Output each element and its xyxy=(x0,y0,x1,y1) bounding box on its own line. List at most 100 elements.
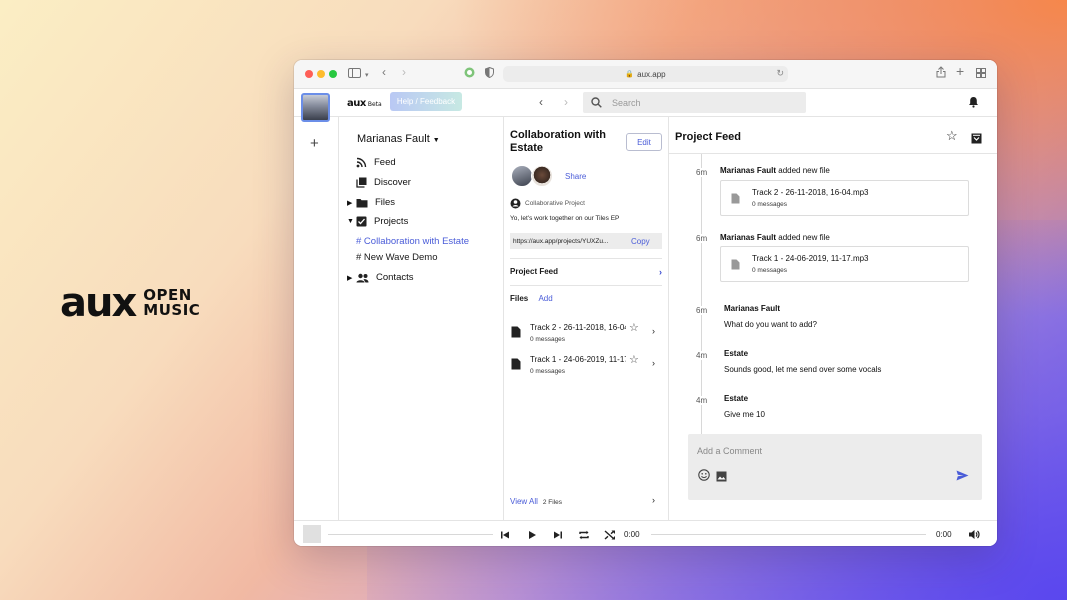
forward-arrow-icon[interactable]: › xyxy=(564,95,568,109)
project-feed-link[interactable]: Project Feed › xyxy=(510,267,662,277)
volume-icon[interactable] xyxy=(968,527,980,545)
shield-icon[interactable] xyxy=(485,66,494,81)
project-feed-label: Project Feed xyxy=(510,267,559,276)
caret-down-icon[interactable]: ▼ xyxy=(347,218,356,225)
sidebar-project-collaboration[interactable]: # Collaboration with Estate xyxy=(356,236,469,247)
skip-next-icon[interactable] xyxy=(553,527,563,545)
help-feedback-button[interactable]: Help / Feedback xyxy=(390,92,462,111)
project-link: https://aux.app/projects/YUXZu... xyxy=(513,237,609,245)
star-icon[interactable]: ☆ xyxy=(629,353,639,366)
project-title: Collaboration with Estate xyxy=(510,129,606,154)
play-icon[interactable] xyxy=(527,527,537,545)
sidebar-item-discover[interactable]: Discover xyxy=(347,177,411,188)
comment-time: 4m xyxy=(696,351,708,360)
extension-icon[interactable] xyxy=(464,67,475,81)
address-bar-url: aux.app xyxy=(637,69,666,79)
user-menu[interactable]: Marianas Fault ▼ xyxy=(357,133,440,145)
caret-right-icon[interactable]: ▶ xyxy=(347,199,356,207)
sidebar-item-label: Files xyxy=(375,197,396,208)
search-icon xyxy=(591,97,602,108)
star-icon[interactable]: ☆ xyxy=(629,321,639,334)
archive-icon[interactable] xyxy=(971,131,982,149)
document-icon xyxy=(511,358,521,370)
comment-text: Give me 10 xyxy=(724,410,765,419)
workspace-rail: + xyxy=(294,117,339,520)
comment-time: 6m xyxy=(696,306,708,315)
view-all-label: View All xyxy=(510,497,538,506)
divider xyxy=(510,258,662,259)
comment-input[interactable]: Add a Comment xyxy=(688,434,982,500)
back-icon[interactable]: ‹ xyxy=(382,65,386,79)
caret-right-icon[interactable]: ▶ xyxy=(347,274,356,282)
browser-window: ▾ ‹ › 🔒 aux.app ↻ + aux Beta Help / Feedb… xyxy=(294,60,997,546)
chevron-right-icon[interactable]: › xyxy=(652,326,655,336)
repeat-icon[interactable] xyxy=(578,527,590,545)
project-type: Collaborative Project xyxy=(510,198,585,209)
files-label: Files xyxy=(510,294,529,303)
new-tab-icon[interactable]: + xyxy=(956,64,964,78)
chevron-right-icon[interactable]: › xyxy=(652,358,655,368)
track-artwork xyxy=(303,525,321,543)
file-name: Track 1 - 24-06-2019, 11-17.mp3 xyxy=(752,254,869,263)
chevron-right-icon: › xyxy=(659,267,662,277)
sidebar-item-projects[interactable]: ▼ Projects xyxy=(347,216,408,227)
aux-logo[interactable]: aux Beta xyxy=(347,98,382,109)
file-row[interactable]: Track 1 - 24-06-2019, 11-17.mp3 0 messag… xyxy=(510,354,662,380)
emoji-icon[interactable] xyxy=(698,468,710,486)
sidebar-item-contacts[interactable]: ▶ Contacts xyxy=(347,272,414,283)
sidebar-item-files[interactable]: ▶ Files xyxy=(347,197,395,208)
chevron-right-icon[interactable]: › xyxy=(652,495,655,505)
project-link-field[interactable]: https://aux.app/projects/YUXZu... Copy xyxy=(510,233,662,249)
member-avatar[interactable] xyxy=(511,165,533,187)
rss-icon xyxy=(356,157,367,168)
comment-author: Estate xyxy=(724,349,749,358)
file-row[interactable]: Track 2 - 26-11-2018, 16-04.mp3 0 messag… xyxy=(510,322,662,348)
share-icon[interactable] xyxy=(936,66,946,81)
file-messages: 0 messages xyxy=(530,336,566,343)
chevron-down-icon[interactable]: ▾ xyxy=(365,69,369,83)
add-workspace-icon[interactable]: + xyxy=(310,135,319,152)
reload-icon[interactable]: ↻ xyxy=(776,68,784,79)
zoom-window-button[interactable] xyxy=(329,70,337,78)
tab-overview-icon[interactable] xyxy=(976,67,986,81)
people-icon xyxy=(356,273,369,282)
copy-button[interactable]: Copy xyxy=(631,237,650,246)
share-link[interactable]: Share xyxy=(565,172,586,181)
forward-icon[interactable]: › xyxy=(402,65,406,79)
sidebar-toggle-icon[interactable] xyxy=(348,67,361,81)
bell-icon[interactable] xyxy=(968,95,979,113)
minimize-window-button[interactable] xyxy=(317,70,325,78)
sidebar-item-label: Discover xyxy=(374,177,411,188)
shuffle-icon[interactable] xyxy=(604,527,616,545)
file-card[interactable]: Track 2 - 26-11-2018, 16-04.mp3 0 messag… xyxy=(720,180,969,216)
star-icon[interactable]: ☆ xyxy=(946,128,958,144)
image-icon[interactable] xyxy=(716,469,727,487)
view-all-files[interactable]: View All 2 Files xyxy=(510,497,562,506)
divider xyxy=(510,285,662,286)
progress-track[interactable] xyxy=(328,534,493,535)
event-time: 6m xyxy=(696,234,708,243)
total-time: 0:00 xyxy=(936,530,952,539)
folder-icon xyxy=(356,198,368,207)
comment-text: Sounds good, let me send over some vocal… xyxy=(724,365,882,374)
project-type-label: Collaborative Project xyxy=(525,200,585,207)
edit-button[interactable]: Edit xyxy=(626,133,662,151)
sidebar-item-feed[interactable]: Feed xyxy=(347,157,396,168)
send-icon[interactable] xyxy=(956,468,969,486)
file-card[interactable]: Track 1 - 24-06-2019, 11-17.mp3 0 messag… xyxy=(720,246,969,282)
add-file-button[interactable]: Add xyxy=(538,294,552,303)
skip-previous-icon[interactable] xyxy=(500,527,510,545)
search-input[interactable]: Search xyxy=(583,92,806,113)
close-window-button[interactable] xyxy=(305,70,313,78)
library-icon xyxy=(356,177,367,188)
back-arrow-icon[interactable]: ‹ xyxy=(539,95,543,109)
file-name: Track 2 - 26-11-2018, 16-04.mp3 xyxy=(530,323,626,332)
comment-author: Estate xyxy=(724,394,749,403)
file-messages: 0 messages xyxy=(752,201,788,208)
seek-bar[interactable] xyxy=(651,534,926,535)
sidebar-project-new-wave[interactable]: # New Wave Demo xyxy=(356,252,437,263)
address-bar[interactable]: 🔒 aux.app ↻ xyxy=(503,66,788,82)
member-avatar[interactable] xyxy=(531,165,553,187)
event-action: added new file xyxy=(778,166,830,175)
checkbox-icon xyxy=(356,216,367,227)
